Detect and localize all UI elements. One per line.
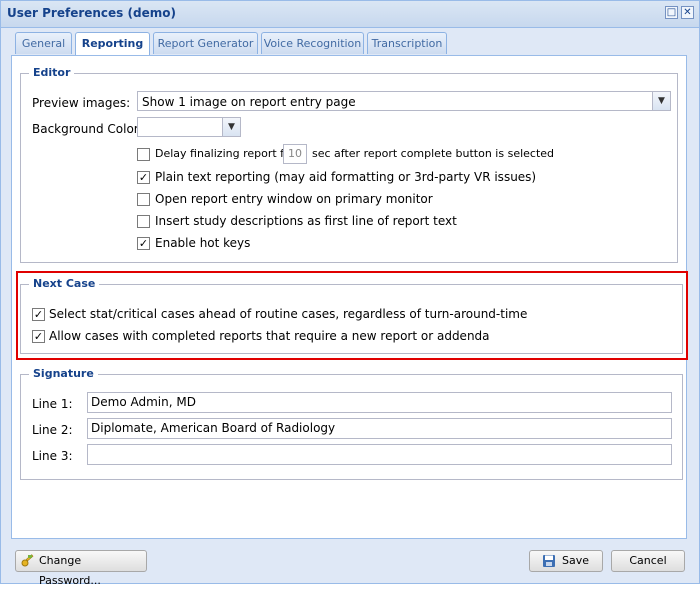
tab-reporting[interactable]: Reporting [75, 32, 150, 56]
change-password-label: Change Password... [39, 554, 101, 587]
key-icon [21, 554, 34, 567]
signature-line-3-input[interactable] [87, 444, 672, 465]
delay-finalizing-suffix: sec after report complete button is sele… [312, 147, 555, 160]
signature-line-2-input[interactable]: Diplomate, American Board of Radiology [87, 418, 672, 439]
window-titlebar[interactable]: User Preferences (demo) □ ✕ [1, 1, 699, 28]
plain-text-reporting-checkbox[interactable]: ✓ [137, 171, 150, 184]
delay-seconds-field[interactable]: 10 [283, 144, 307, 164]
save-button[interactable]: Save [529, 550, 603, 572]
tab-voice-recognition[interactable]: Voice Recognition [261, 32, 364, 54]
signature-line-3-label: Line 3: [32, 449, 73, 463]
next-case-fieldset: Next Case ✓ Select stat/critical cases a… [20, 277, 683, 354]
close-icon[interactable]: ✕ [681, 6, 694, 19]
open-primary-monitor-label: Open report entry window on primary moni… [155, 192, 433, 206]
background-color-label: Background Color: [32, 122, 143, 136]
enable-hot-keys-checkbox[interactable]: ✓ [137, 237, 150, 250]
floppy-disk-icon [543, 555, 555, 567]
delay-finalizing-label: Delay finalizing report for [155, 147, 296, 160]
insert-study-descriptions-label: Insert study descriptions as first line … [155, 214, 457, 228]
preview-images-label: Preview images: [32, 96, 131, 110]
signature-fieldset: Signature Line 1: Demo Admin, MD Line 2:… [20, 367, 683, 480]
open-primary-monitor-checkbox[interactable] [137, 193, 150, 206]
save-label: Save [562, 554, 590, 567]
window-title: User Preferences (demo) [7, 6, 176, 20]
tab-strip: General Reporting Report Generator Voice… [11, 32, 687, 56]
change-password-button[interactable]: Change Password... [15, 550, 147, 587]
allow-completed-cases-label: Allow cases with completed reports that … [49, 329, 490, 343]
background-color-select[interactable]: ▼ [137, 117, 241, 137]
tab-transcription[interactable]: Transcription [367, 32, 447, 54]
chevron-down-icon[interactable]: ▼ [222, 118, 240, 136]
signature-line-1-input[interactable]: Demo Admin, MD [87, 392, 672, 413]
enable-hot-keys-label: Enable hot keys [155, 236, 251, 250]
preview-images-value: Show 1 image on report entry page [142, 95, 356, 109]
stat-cases-first-label: Select stat/critical cases ahead of rout… [49, 307, 528, 321]
signature-legend: Signature [29, 367, 98, 380]
insert-study-descriptions-checkbox[interactable] [137, 215, 150, 228]
chevron-down-icon[interactable]: ▼ [652, 92, 670, 110]
maximize-icon[interactable]: □ [665, 6, 678, 19]
cancel-label: Cancel [629, 554, 667, 567]
next-case-legend: Next Case [29, 277, 100, 290]
window-footer: Change Password... Save Cancel [1, 542, 699, 587]
reporting-panel: Editor Preview images: Show 1 image on r… [11, 55, 687, 539]
plain-text-reporting-label: Plain text reporting (may aid formatting… [155, 170, 537, 184]
stat-cases-first-checkbox[interactable]: ✓ [32, 308, 45, 321]
tab-general[interactable]: General [15, 32, 72, 54]
signature-line-1-label: Line 1: [32, 397, 73, 411]
tab-report-generator[interactable]: Report Generator [153, 32, 258, 54]
editor-fieldset: Editor Preview images: Show 1 image on r… [20, 66, 678, 263]
user-preferences-window: User Preferences (demo) □ ✕ General Repo… [0, 0, 700, 587]
editor-legend: Editor [29, 66, 75, 79]
signature-line-2-label: Line 2: [32, 423, 73, 437]
allow-completed-cases-checkbox[interactable]: ✓ [32, 330, 45, 343]
delay-finalizing-checkbox[interactable] [137, 148, 150, 161]
preview-images-select[interactable]: Show 1 image on report entry page ▼ [137, 91, 671, 111]
cancel-button[interactable]: Cancel [611, 550, 685, 572]
